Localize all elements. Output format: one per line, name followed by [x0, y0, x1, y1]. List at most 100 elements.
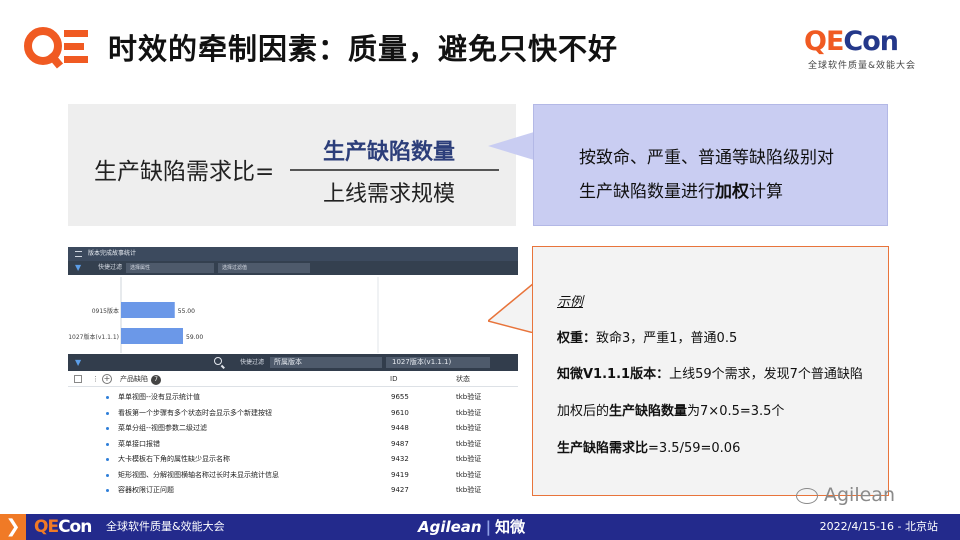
agilean-logo: Agilean	[418, 518, 482, 536]
defect-name[interactable]: 矩形视图、分解视图横轴名称过长时未显示统计信息	[118, 468, 279, 483]
weighting-callout: 按致命、严重、普通等缺陷级别对 生产缺陷数量进行加权计算	[533, 104, 888, 226]
chart-value-label: 55.00	[178, 308, 195, 315]
filter-icon[interactable]: ▼	[75, 264, 81, 272]
defect-status: tkb验证	[456, 486, 482, 494]
example-version: 知微V1.1.1版本：上线59个需求，发现7个普通缺陷	[557, 367, 863, 382]
screenshot-title-bar: 版本完成故事统计	[68, 247, 518, 261]
bullet-icon	[106, 442, 109, 446]
version-field-select[interactable]: 所属版本	[270, 357, 382, 368]
defect-id: 9487	[391, 439, 409, 448]
brand-subtitle: 全球软件质量&效能大会	[808, 61, 917, 71]
bullet-icon	[106, 427, 109, 430]
callout-bold: 加权	[715, 182, 749, 202]
bullet-icon	[106, 396, 109, 399]
bullet-icon	[106, 489, 109, 492]
add-icon[interactable]: +	[102, 374, 112, 384]
example-weighted: 加权后的生产缺陷数量为7×0.5=3.5个	[557, 404, 785, 419]
formula-box: 生产缺陷需求比= 生产缺陷数量 上线需求规模	[68, 104, 516, 226]
table-row[interactable]: 矩形视图、分解视图横轴名称过长时未显示统计信息 9419 tkb验证	[68, 468, 518, 483]
bullet-icon	[106, 411, 109, 415]
defect-name[interactable]: 菜单分组--视图参数二级过滤	[118, 421, 207, 436]
example-heading: 示例	[557, 295, 584, 310]
defect-id: 9448	[391, 424, 409, 432]
menu-icon[interactable]	[75, 251, 82, 257]
chevron-right-icon: ❯	[0, 514, 26, 540]
table-row[interactable]: 看板第一个步骤有多个状态时会显示多个新建按钮 9610 tkb验证	[68, 406, 518, 421]
page-title: 时效的牵制因素：质量，避免只快不好	[108, 32, 619, 66]
qecon-logo: QECon 全球软件质量&效能大会	[804, 26, 936, 71]
header-name: 产品缺陷 7	[120, 371, 161, 387]
header-status: 状态	[456, 375, 470, 383]
chart-bar[interactable]	[121, 302, 175, 318]
defect-id: 9432	[391, 455, 409, 463]
table-row[interactable]: 单单视图--没有显示统计值 9655 tkb验证	[68, 390, 518, 405]
qe-logo-icon	[24, 27, 88, 69]
fraction-line	[290, 169, 499, 171]
toolbar-filter-label: 快捷过滤	[240, 359, 265, 366]
defect-status: tkb验证	[456, 470, 482, 479]
defect-id: 9419	[391, 470, 409, 479]
footer-logo: QECon	[34, 517, 92, 537]
bullet-icon	[106, 473, 109, 477]
filter-value-select[interactable]: 选择过滤值	[218, 263, 310, 273]
table-row[interactable]: 菜单分组--视图参数二级过滤 9448 tkb验证	[68, 421, 518, 436]
defect-name[interactable]: 容器权限订正问题	[118, 483, 174, 495]
callout-text: 按致命、严重、普通等缺陷级别对 生产缺陷数量进行加权计算	[579, 141, 834, 209]
example-box: 示例 权重：致命3，严重1，普通0.5 知微V1.1.1版本：上线59个需求，发…	[532, 246, 889, 496]
wechat-icon	[796, 487, 818, 504]
footer-date: 2022/4/15-16 - 北京站	[819, 520, 938, 533]
footer-bar: ❯ QECon 全球软件质量&效能大会 Agilean | 知微 2022/4/15…	[0, 514, 960, 540]
formula-denominator: 上线需求规模	[323, 182, 456, 207]
quick-filter-bar: ▼ 快捷过滤 选择属性 选择过滤值	[68, 261, 518, 275]
defect-status: tkb验证	[456, 424, 482, 432]
header-id: ID	[390, 375, 398, 383]
table-row[interactable]: 容器权限订正问题 9427 tkb验证	[68, 483, 518, 495]
formula-label: 生产缺陷需求比=	[94, 159, 275, 185]
quick-filter-label: 快捷过滤	[98, 264, 123, 271]
bullet-icon	[106, 458, 109, 461]
defect-status: tkb验证	[456, 393, 482, 401]
callout-line-2: 生产缺陷数量进行加权计算	[579, 182, 783, 202]
wechat-watermark: Agilean	[796, 484, 895, 506]
callout-pointer	[488, 132, 534, 160]
example-weights: 权重：致命3，严重1，普通0.5	[557, 331, 738, 346]
table-row[interactable]: 大卡模板右下角的属性缺少显示名称 9432 tkb验证	[68, 452, 518, 467]
defect-id: 9610	[391, 408, 409, 417]
footer-partners: Agilean | 知微	[418, 518, 526, 536]
search-icon[interactable]	[214, 357, 222, 365]
select-all-checkbox[interactable]	[74, 375, 82, 383]
more-icon[interactable]: ⋮	[92, 371, 99, 387]
defect-status: tkb验证	[456, 455, 482, 463]
table-row[interactable]: 菜单接口报错 9487 tkb验证	[68, 437, 518, 452]
defect-count-badge: 7	[151, 375, 161, 385]
defect-name[interactable]: 看板第一个步骤有多个状态时会显示多个新建按钮	[118, 406, 272, 421]
chart-category-label: 1027版本(v1.1.1)	[68, 333, 119, 341]
attribute-select[interactable]: 选择属性	[126, 263, 214, 273]
example-pointer	[488, 283, 534, 333]
chart-category-label: 0915版本	[92, 307, 119, 315]
defect-name[interactable]: 大卡模板右下角的属性缺少显示名称	[118, 452, 230, 467]
version-value-select[interactable]: 1027版本(v1.1.1)	[386, 357, 490, 368]
chart-svg: 0915版本 55.00 1027版本(v1.1.1) 59.00	[68, 277, 379, 353]
defect-id: 9655	[391, 393, 409, 401]
zhiwei-logo: 知微	[495, 518, 526, 536]
list-filter-icon[interactable]: ▼	[75, 359, 81, 367]
screenshot-title: 版本完成故事统计	[88, 250, 137, 257]
list-toolbar: ▼ 快捷过滤 所属版本 1027版本(v1.1.1)	[68, 354, 518, 371]
bar-chart: 0915版本 55.00 1027版本(v1.1.1) 59.00	[68, 275, 518, 355]
table-header: ⋮ + 产品缺陷 7 ID 状态	[68, 371, 518, 387]
brand-qe: QE	[804, 26, 844, 57]
brand-con: Con	[843, 26, 899, 57]
footer-conference: 全球软件质量&效能大会	[106, 520, 225, 533]
formula-numerator: 生产缺陷数量	[323, 140, 456, 165]
chart-bar[interactable]	[121, 328, 183, 344]
defect-name[interactable]: 菜单接口报错	[118, 437, 160, 452]
defect-status: tkb验证	[456, 408, 482, 417]
embedded-screenshot: 版本完成故事统计 ▼ 快捷过滤 选择属性 选择过滤值 0915版本 55.00 10…	[68, 247, 518, 495]
example-ratio: 生产缺陷需求比=3.5/59=0.06	[557, 441, 741, 456]
defect-name[interactable]: 单单视图--没有显示统计值	[118, 390, 200, 405]
callout-line-1: 按致命、严重、普通等缺陷级别对	[579, 148, 834, 168]
defect-id: 9427	[391, 486, 409, 494]
chart-value-label: 59.00	[186, 334, 203, 341]
defect-status: tkb验证	[456, 439, 482, 448]
